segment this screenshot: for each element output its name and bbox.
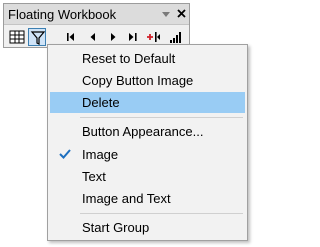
context-menu: Reset to Default Copy Button Image Delet…: [47, 44, 248, 241]
menu-item-image[interactable]: Image: [50, 144, 245, 165]
toolbar-title: Floating Workbook: [8, 7, 117, 22]
menu-item-label: Button Appearance...: [82, 124, 204, 139]
menu-item-delete[interactable]: Delete: [50, 92, 245, 113]
menu-item-label: Reset to Default: [82, 51, 176, 66]
menu-item-label: Image: [82, 147, 119, 162]
menu-separator: [80, 213, 243, 214]
menu-item-label: Text: [82, 169, 106, 184]
toolbar-title-bar[interactable]: Floating Workbook: [4, 4, 189, 25]
filter-button[interactable]: [28, 28, 46, 46]
menu-item-label: Copy Button Image: [82, 73, 194, 88]
menu-item-label: Delete: [82, 95, 120, 110]
floating-workbook-toolbar: Floating Workbook: [3, 3, 190, 48]
chevron-down-icon[interactable]: [160, 8, 172, 20]
menu-item-start-group[interactable]: Start Group: [50, 217, 245, 238]
menu-item-copy-button-image[interactable]: Copy Button Image: [50, 70, 245, 91]
menu-item-image-and-text[interactable]: Image and Text: [50, 188, 245, 209]
filter-icon: [30, 31, 46, 45]
close-icon[interactable]: [175, 7, 188, 20]
menu-separator: [80, 117, 243, 118]
menu-item-reset-to-default[interactable]: Reset to Default: [50, 48, 245, 69]
menu-item-button-appearance[interactable]: Button Appearance...: [50, 121, 245, 142]
menu-item-text[interactable]: Text: [50, 166, 245, 187]
menu-item-label: Start Group: [82, 220, 150, 235]
sheet-grid-button[interactable]: [8, 28, 26, 46]
checkmark-icon: [59, 149, 71, 159]
menu-item-label: Image and Text: [82, 191, 171, 206]
sheet-grid-icon: [9, 30, 25, 44]
